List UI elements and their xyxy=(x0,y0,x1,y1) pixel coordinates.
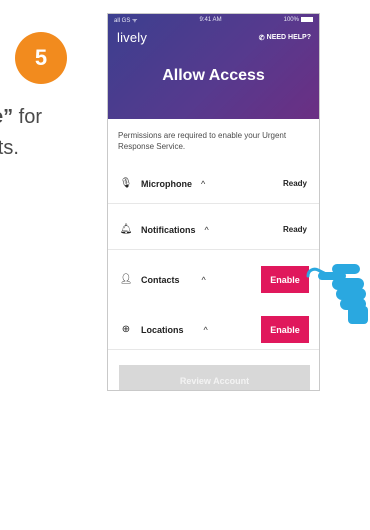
app-header: all GS ᯤ 9:41 AM 100% lively ✆ NEED HELP?… xyxy=(108,14,319,119)
chevron-up-icon[interactable]: ^ xyxy=(205,225,209,235)
lively-logo: lively xyxy=(117,30,148,45)
person-icon: 👤︎ xyxy=(119,274,133,285)
need-help-label: NEED HELP? xyxy=(266,34,311,41)
permission-row-notifications[interactable]: 🔔︎ Notifications ^ Ready xyxy=(108,210,319,250)
instruction-text: e” for ntacts. xyxy=(0,102,98,164)
phone-screen: all GS ᯤ 9:41 AM 100% lively ✆ NEED HELP?… xyxy=(107,13,320,391)
chevron-up-icon[interactable]: ^ xyxy=(204,325,208,335)
status-bar: all GS ᯤ 9:41 AM 100% xyxy=(108,14,319,26)
microphone-icon: 🎙︎ xyxy=(119,178,133,189)
clock: 9:41 AM xyxy=(199,17,222,23)
instruction-line-2: ntacts. xyxy=(0,137,19,159)
pointing-hand-icon xyxy=(306,264,368,324)
step-number-badge: 5 xyxy=(15,32,67,84)
chevron-up-icon[interactable]: ^ xyxy=(202,275,206,285)
status-ready: Ready xyxy=(282,179,307,188)
app-bar: lively ✆ NEED HELP? xyxy=(108,26,319,45)
status-ready: Ready xyxy=(282,225,307,234)
review-account-button[interactable]: Review Account xyxy=(119,365,310,390)
permissions-description: Permissions are required to enable your … xyxy=(118,131,287,151)
location-target-icon: ⊕ xyxy=(121,324,131,335)
battery-indicator: 100% xyxy=(283,16,313,24)
instruction-page: 5 e” for ntacts. all GS ᯤ 9:41 AM 100% l… xyxy=(0,0,370,530)
permission-row-contacts[interactable]: 👤︎ Contacts ^ Enable xyxy=(108,260,319,300)
phone-icon: ✆ xyxy=(258,34,265,42)
permission-row-locations[interactable]: ⊕ Locations ^ Enable xyxy=(108,310,319,350)
chevron-up-icon[interactable]: ^ xyxy=(201,179,205,189)
instruction-line-1-rest: for xyxy=(13,106,43,128)
battery-icon xyxy=(300,16,313,22)
signal-indicator: all GS ᯤ xyxy=(114,18,138,24)
permission-label: Contacts xyxy=(141,274,180,285)
battery-percent: 100% xyxy=(283,17,299,24)
permission-row-microphone[interactable]: 🎙︎ Microphone ^ Ready xyxy=(108,164,319,204)
instruction-bold: e” xyxy=(0,106,14,128)
permission-label: Microphone xyxy=(141,178,192,189)
page-title: Allow Access xyxy=(162,67,265,84)
permission-label: Locations xyxy=(141,324,184,335)
instruction-line-1: e” for xyxy=(0,102,98,133)
bell-icon: 🔔︎ xyxy=(119,224,133,235)
permission-label: Notifications xyxy=(141,224,196,235)
need-help-link[interactable]: ✆ NEED HELP? xyxy=(259,34,311,42)
